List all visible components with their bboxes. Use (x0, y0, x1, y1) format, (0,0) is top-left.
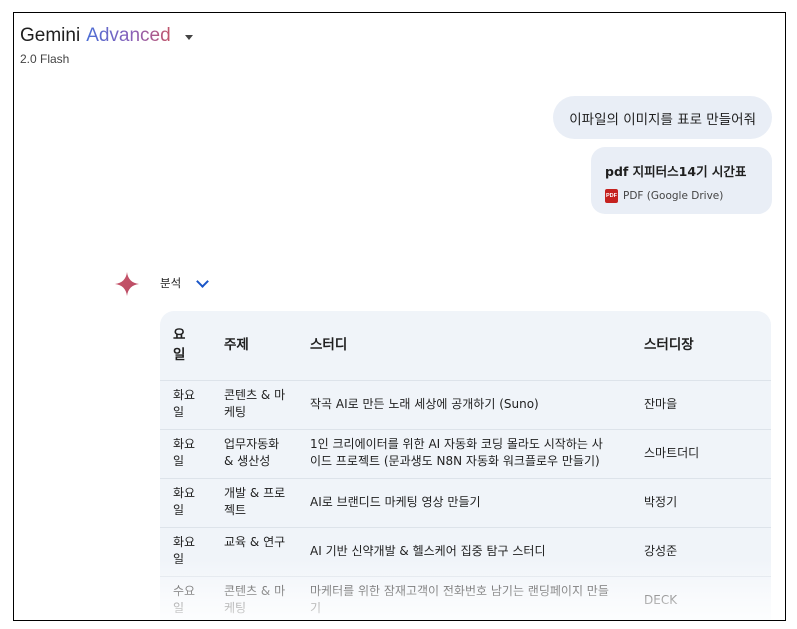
attachment-meta: PDF PDF (Google Drive) (605, 189, 758, 203)
cell-study: AI 기반 신약개발 & 헬스케어 집중 탐구 스터디 (310, 544, 546, 558)
cell-study: 1인 크리에이터를 위한 AI 자동화 코딩 몰라도 시작하는 사이드 프로젝트… (310, 437, 603, 468)
table-row: 수요일 콘텐츠 & 마케팅 마케터를 위한 잠재고객이 전화번호 남기는 랜딩페… (160, 576, 771, 620)
table-row: 화요일 교육 & 연구 AI 기반 신약개발 & 헬스케어 집중 탐구 스터디 … (160, 527, 771, 576)
cell-day: 수요일 (173, 584, 196, 615)
user-message-text: 이파일의 이미지를 표로 만들어줘 (569, 111, 756, 128)
attachment-name: pdf 지피터스14기 시간표 (605, 164, 747, 179)
cell-day: 화요일 (173, 437, 196, 468)
cell-topic: 개발 & 프로젝트 (224, 486, 286, 517)
cell-day: 화요일 (173, 486, 196, 517)
table-header-row: 요일 주제 스터디 스터디장 (160, 311, 771, 380)
header: Gemini Advanced 2.0 Flash (20, 25, 193, 66)
header-day: 요일 (173, 327, 186, 363)
cell-day: 화요일 (173, 388, 196, 419)
analysis-toggle[interactable]: 분석 (160, 274, 210, 291)
dropdown-caret-icon (184, 34, 193, 40)
cell-leader: 박정기 (644, 495, 678, 509)
table-row: 화요일 개발 & 프로젝트 AI로 브랜디드 마케팅 영상 만들기 박정기 (160, 478, 771, 527)
model-switcher[interactable]: Gemini Advanced (20, 25, 193, 47)
pdf-icon: PDF (605, 189, 618, 203)
tier-label: Advanced (86, 25, 171, 46)
user-message-bubble: 이파일의 이미지를 표로 만들어줘 (553, 96, 772, 139)
attachment-type: PDF (Google Drive) (623, 190, 724, 202)
cell-topic: 콘텐츠 & 마케팅 (224, 584, 286, 615)
schedule-table: 요일 주제 스터디 스터디장 화요일 콘텐츠 & 마케팅 작곡 AI로 만든 노… (160, 311, 771, 620)
header-leader: 스터디장 (644, 337, 694, 353)
cell-topic: 교육 & 연구 (224, 535, 286, 549)
cell-day: 화요일 (173, 535, 196, 566)
cell-leader: 잔마을 (644, 397, 678, 411)
attachment-chip[interactable]: pdf 지피터스14기 시간표 PDF PDF (Google Drive) (591, 147, 772, 214)
gemini-spark-icon (115, 272, 139, 296)
table-row: 화요일 업무자동화 & 생산성 1인 크리에이터를 위한 AI 자동화 코딩 몰… (160, 429, 771, 478)
cell-leader: DECK (644, 593, 678, 607)
analysis-label: 분석 (160, 276, 182, 290)
brand-title: Gemini (20, 25, 81, 46)
cell-topic: 콘텐츠 & 마케팅 (224, 388, 286, 419)
cell-leader: 강성준 (644, 544, 678, 558)
model-version: 2.0 Flash (20, 52, 70, 66)
chevron-down-icon (196, 274, 210, 288)
cell-study: AI로 브랜디드 마케팅 영상 만들기 (310, 495, 481, 509)
app-window: Gemini Advanced 2.0 Flash 이파일의 이미지를 표로 만… (13, 12, 786, 621)
header-topic: 주제 (224, 337, 249, 353)
cell-study: 마케터를 위한 잠재고객이 전화번호 남기는 랜딩페이지 만들기 (310, 584, 609, 615)
cell-topic: 업무자동화 & 생산성 (224, 437, 280, 468)
table-row: 화요일 콘텐츠 & 마케팅 작곡 AI로 만든 노래 세상에 공개하기 (Sun… (160, 380, 771, 429)
header-study: 스터디 (310, 337, 348, 353)
cell-study: 작곡 AI로 만든 노래 세상에 공개하기 (Suno) (310, 397, 539, 411)
cell-leader: 스마트더디 (644, 446, 700, 460)
